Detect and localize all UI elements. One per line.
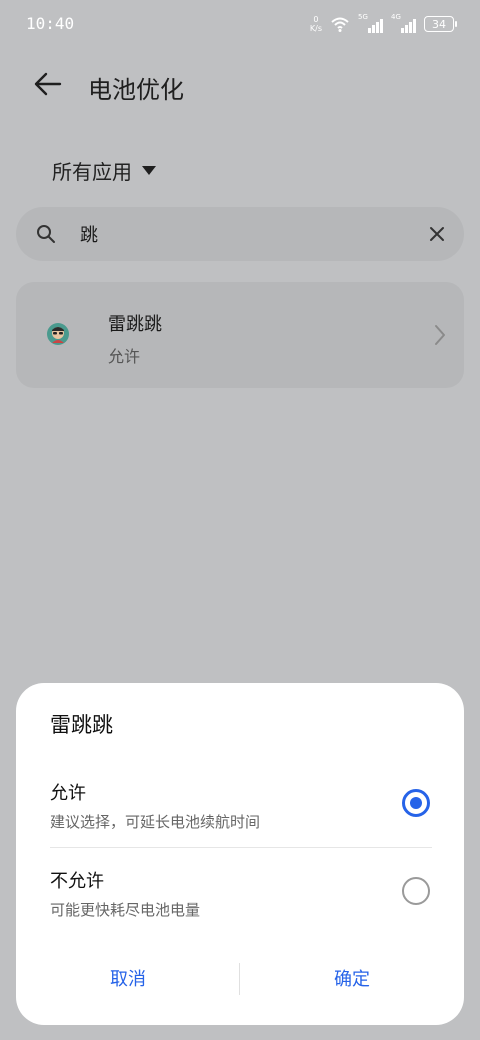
- option-allow[interactable]: 允许 建议选择，可延长电池续航时间: [16, 775, 464, 845]
- option-allow-title: 允许: [50, 783, 86, 804]
- wifi-icon: [331, 17, 349, 32]
- dropdown-arrow-icon: [142, 166, 156, 175]
- network-speed-value: 0: [313, 15, 319, 24]
- clear-icon[interactable]: [426, 223, 448, 245]
- search-bar[interactable]: 跳: [16, 207, 464, 261]
- dialog-title: 雷跳跳: [50, 713, 113, 737]
- option-divider: [50, 847, 432, 848]
- radio-disallow[interactable]: [402, 877, 430, 905]
- chevron-right-icon: [435, 325, 445, 345]
- battery-level: 34: [432, 17, 446, 31]
- search-input[interactable]: 跳: [80, 221, 98, 247]
- option-disallow-description: 可能更快耗尽电池电量: [50, 901, 201, 919]
- signal-5g-label: 5G: [358, 13, 368, 21]
- option-disallow[interactable]: 不允许 可能更快耗尽电池电量: [16, 863, 464, 933]
- signal-4g-label: 4G: [391, 13, 401, 21]
- page-title: 电池优化: [88, 76, 184, 104]
- signal-5g-icon: 5G: [358, 13, 383, 33]
- network-speed-unit: K/s: [309, 24, 322, 33]
- header: 电池优化: [0, 60, 480, 108]
- network-speed: 0 K/s: [310, 15, 322, 33]
- status-icons: 0 K/s 5G 4G 34: [310, 12, 457, 36]
- app-filter-dropdown[interactable]: 所有应用: [52, 156, 156, 185]
- app-name: 雷跳跳: [108, 314, 162, 335]
- app-avatar-icon: [47, 323, 69, 345]
- confirm-button[interactable]: 确定: [240, 953, 464, 1003]
- status-time: 10:40: [26, 14, 75, 33]
- battery-optimization-dialog: 雷跳跳 允许 建议选择，可延长电池续航时间 不允许 可能更快耗尽电池电量 取消 …: [16, 683, 464, 1025]
- option-allow-description: 建议选择，可延长电池续航时间: [50, 813, 261, 831]
- battery-icon: 34: [424, 16, 457, 32]
- status-bar: 10:40 0 K/s 5G 4G 34: [0, 0, 480, 48]
- app-list-item[interactable]: 雷跳跳 允许: [16, 282, 464, 388]
- app-filter-label: 所有应用: [52, 160, 132, 184]
- option-disallow-title: 不允许: [50, 871, 104, 892]
- search-icon: [37, 225, 55, 243]
- radio-allow[interactable]: [402, 789, 430, 817]
- app-optimization-status: 允许: [108, 347, 141, 366]
- signal-4g-icon: 4G: [391, 13, 416, 33]
- back-arrow-icon[interactable]: [30, 70, 66, 98]
- cancel-button[interactable]: 取消: [16, 953, 240, 1003]
